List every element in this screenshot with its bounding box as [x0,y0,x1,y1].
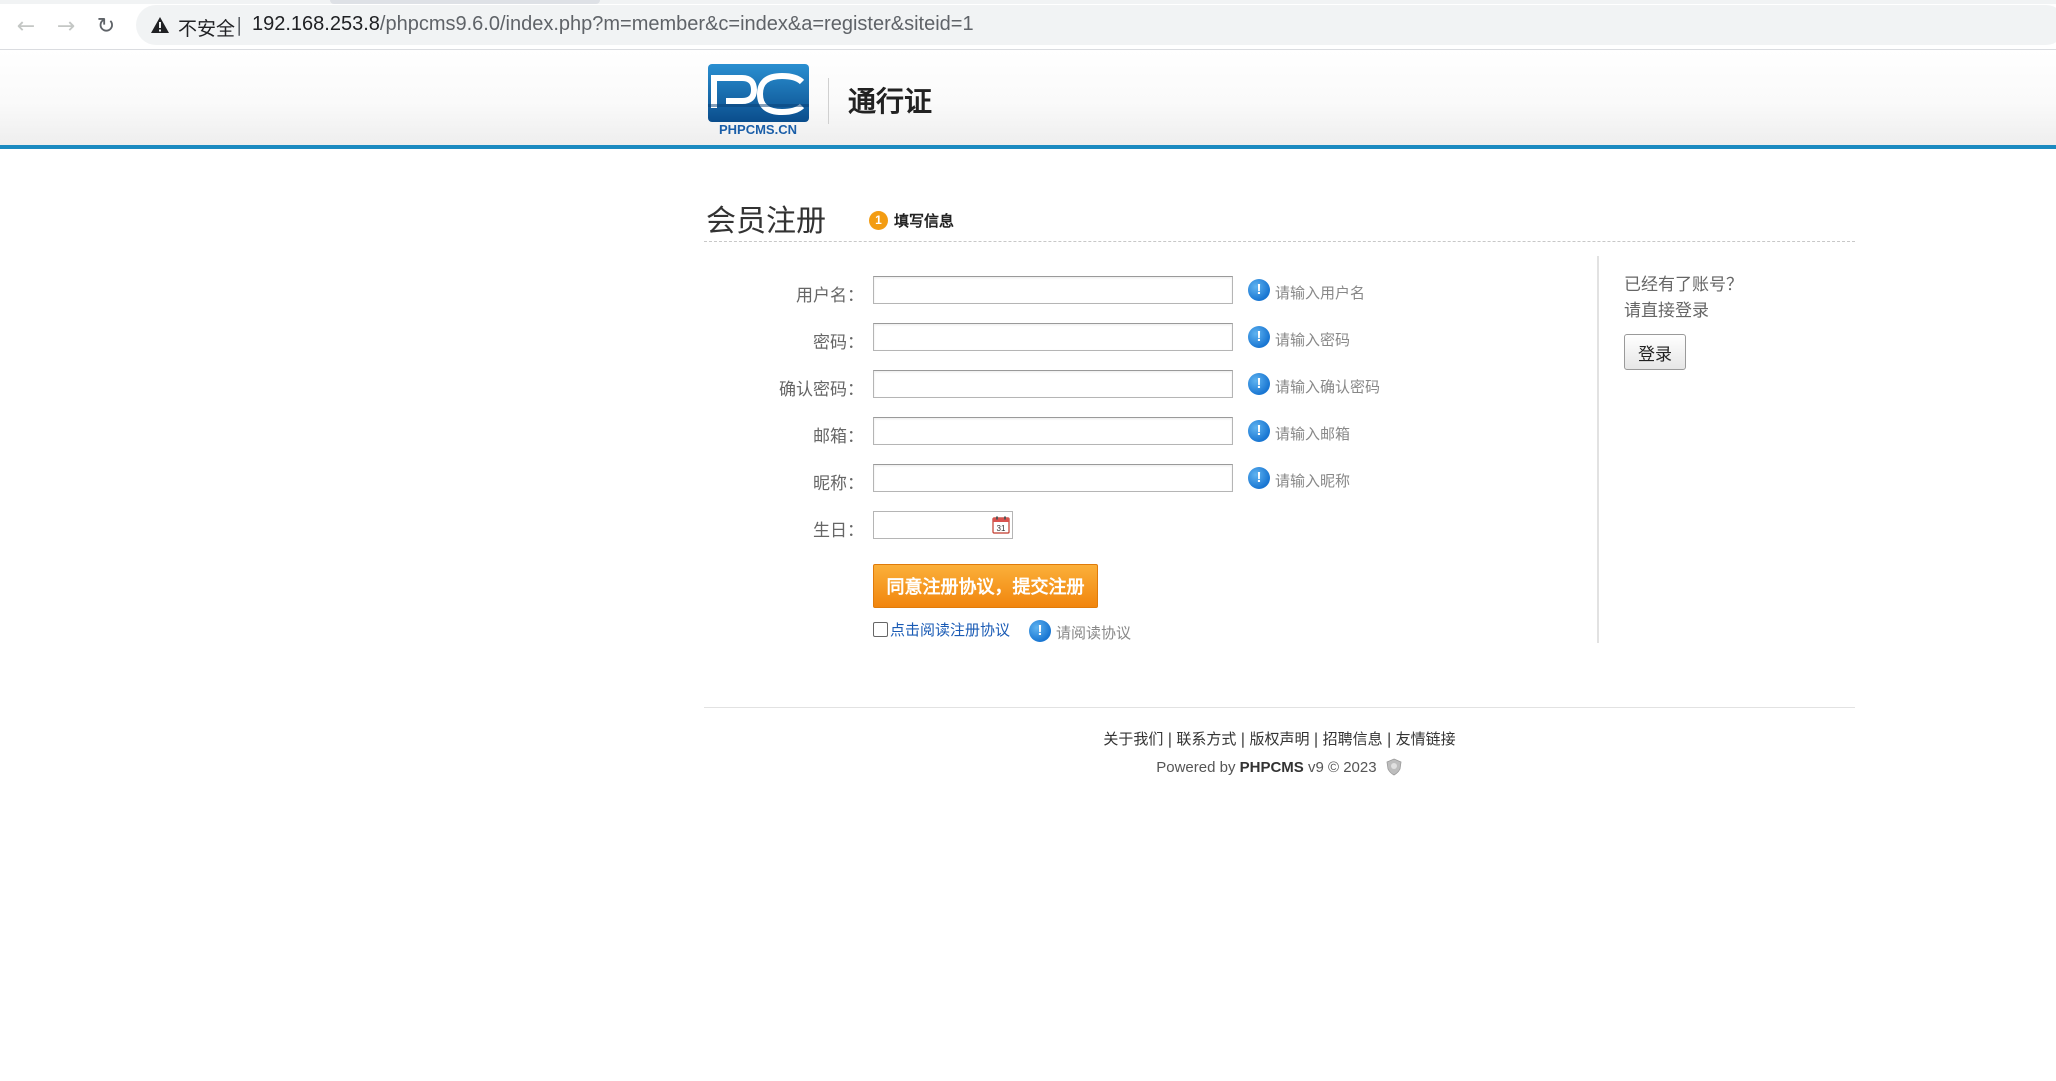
browser-toolbar: ← → ↻ 不安全 | 192.168.253.8/phpcms9.6.0/in… [0,0,2056,50]
svg-text:PHPCMS.CN: PHPCMS.CN [719,122,797,136]
header-divider [828,78,829,124]
reload-icon[interactable]: ↻ [90,10,122,42]
footer-separator: | [1167,730,1173,748]
shield-badge-icon [1386,758,1402,776]
warning-triangle-icon [151,17,169,33]
email-hint: 请输入邮箱 [1275,425,1351,443]
nickname-label: 昵称： [813,474,864,494]
security-label: 不安全 [178,18,236,40]
powered-suffix: v9 © 2023 [1307,759,1377,776]
submit-register-button[interactable]: 同意注册协议，提交注册 [873,564,1098,608]
powered-prefix: Powered by [1156,759,1236,776]
form-row-confirm-password: 确认密码： ! 请输入确认密码 [704,370,1404,402]
username-label: 用户名： [796,286,864,306]
footer-links: 关于我们 | 联系方式 | 版权声明 | 招聘信息 | 友情链接 [704,728,1855,749]
nickname-input[interactable] [873,464,1233,492]
footer-link-copyright[interactable]: 版权声明 [1249,730,1309,748]
login-button[interactable]: 登录 [1624,334,1686,370]
footer-link-jobs[interactable]: 招聘信息 [1323,730,1383,748]
birthday-label: 生日： [813,521,864,541]
form-row-nickname: 昵称： ! 请输入昵称 [704,464,1404,496]
header-title: 通行证 [848,85,933,118]
confirm-password-hint: 请输入确认密码 [1275,378,1381,396]
calendar-icon[interactable]: 31 [992,516,1010,534]
username-input[interactable] [873,276,1233,304]
footer-separator: | [1240,730,1246,748]
footer-divider [704,707,1855,708]
url-path: /phpcms9.6.0/index.php?m=member&c=index&… [379,13,974,35]
page-title: 会员注册 [706,204,826,239]
confirm-password-input[interactable] [873,370,1233,398]
back-arrow-icon[interactable]: ← [10,10,42,42]
email-label: 邮箱： [813,427,864,447]
powered-brand[interactable]: PHPCMS [1240,759,1304,776]
site-header: PHPCMS.CN 通行证 [0,50,2056,149]
footer-link-friends[interactable]: 友情链接 [1396,730,1456,748]
agreement-link[interactable]: 点击阅读注册协议 [890,619,1010,640]
tab-strip-edge [0,0,2056,4]
agreement-row: 点击阅读注册协议 ! 请阅读协议 [873,617,1273,642]
footer-separator: | [1313,730,1319,748]
password-label: 密码： [813,333,864,353]
form-row-username: 用户名： ! 请输入用户名 [704,276,1404,308]
footer-link-about[interactable]: 关于我们 [1103,730,1163,748]
info-icon: ! [1029,620,1051,642]
password-hint: 请输入密码 [1275,331,1351,349]
confirm-password-label: 确认密码： [779,380,864,400]
active-tab-edge [330,0,600,4]
form-row-password: 密码： ! 请输入密码 [704,323,1404,355]
footer-powered-by: Powered by PHPCMS v9 © 2023 [704,758,1855,776]
info-icon: ! [1248,326,1270,348]
title-divider [704,241,1855,242]
info-icon: ! [1248,467,1270,489]
url-host: 192.168.253.8 [252,13,380,35]
step-number-badge: 1 [869,211,888,230]
info-icon: ! [1248,279,1270,301]
email-input[interactable] [873,417,1233,445]
form-row-birthday: 生日： 31 [704,511,1404,543]
step-label: 填写信息 [894,212,955,230]
aside-divider [1597,256,1599,643]
agreement-checkbox[interactable] [873,622,888,637]
info-icon: ! [1248,420,1270,442]
footer-link-contact[interactable]: 联系方式 [1176,730,1236,748]
info-icon: ! [1248,373,1270,395]
password-input[interactable] [873,323,1233,351]
nickname-hint: 请输入昵称 [1275,472,1351,490]
phpcms-logo[interactable]: PHPCMS.CN [708,64,809,136]
login-prompt-text: 请直接登录 [1624,301,1709,321]
svg-text:31: 31 [997,524,1006,533]
url-text[interactable]: 192.168.253.8/phpcms9.6.0/index.php?m=me… [252,13,974,36]
form-row-email: 邮箱： ! 请输入邮箱 [704,417,1404,449]
address-bar[interactable]: 不安全 | 192.168.253.8/phpcms9.6.0/index.ph… [136,5,2056,45]
username-hint: 请输入用户名 [1275,284,1366,302]
has-account-text: 已经有了账号？ [1624,275,1743,295]
agreement-hint: 请阅读协议 [1056,624,1132,642]
forward-arrow-icon[interactable]: → [50,10,82,42]
address-separator: | [236,14,243,36]
footer-separator: | [1386,730,1392,748]
